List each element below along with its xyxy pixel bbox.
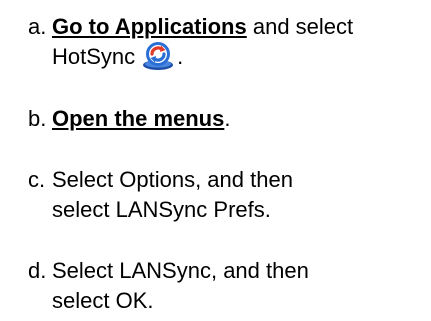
step-text: Select LANSync, and then — [52, 258, 309, 283]
step-marker: c. — [28, 167, 46, 192]
step-marker: d. — [28, 258, 47, 283]
step-c: c. Select Options, and then select LANSyn… — [28, 165, 428, 225]
hotsync-icon — [141, 41, 175, 71]
go-to-applications-link[interactable]: Go to Applications — [52, 14, 247, 39]
step-line2: select OK. — [52, 288, 154, 313]
step-marker: a. — [28, 14, 47, 39]
step-marker: b. — [28, 106, 47, 131]
step-a: a. Go to Applications and select HotSync … — [28, 12, 428, 73]
step-text: and select — [246, 14, 354, 39]
step-d: d. Select LANSync, and then select OK. — [28, 256, 428, 316]
step-text: . — [224, 106, 231, 131]
step-line2: HotSync . — [28, 42, 428, 73]
step-text-period: . — [177, 44, 184, 69]
step-text-hotsync: HotSync — [52, 44, 136, 69]
step-line2: select LANSync Prefs. — [52, 197, 271, 222]
step-text: Select Options, and then — [52, 167, 293, 192]
step-b: b. Open the menus. — [28, 104, 428, 134]
open-the-menus-link[interactable]: Open the menus — [52, 106, 224, 131]
